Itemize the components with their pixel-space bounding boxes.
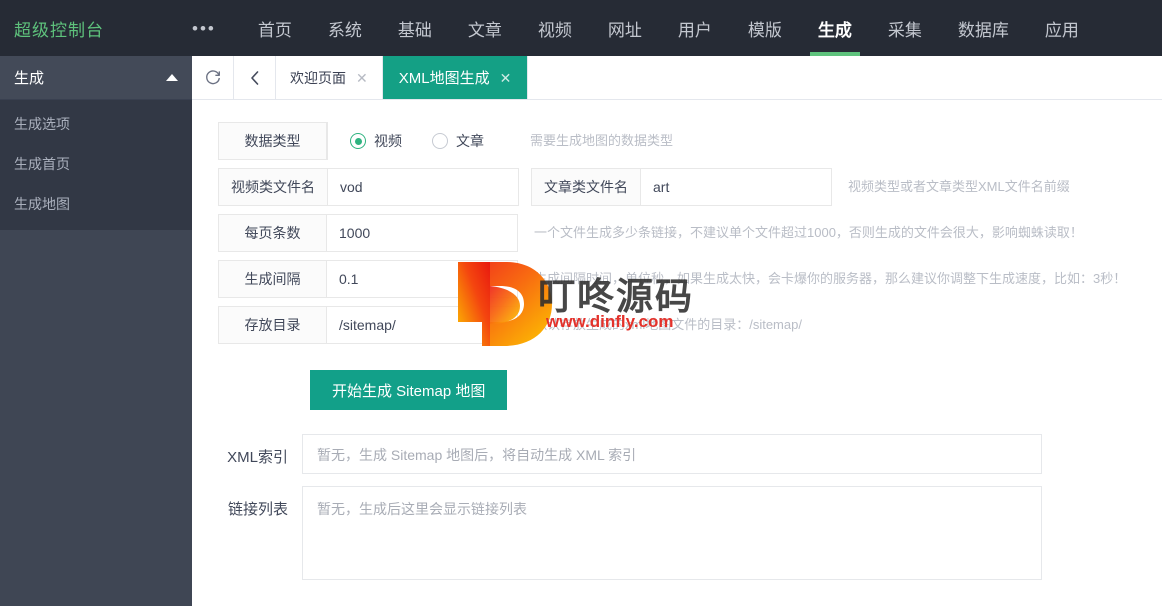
xml-index-row: XML索引 暂无，生成 Sitemap 地图后，将自动生成 XML 索引 [218, 434, 1162, 474]
sidebar-group-generate[interactable]: 生成 [0, 56, 192, 100]
nav-item-video[interactable]: 视频 [520, 0, 590, 56]
tab-label: XML地图生成 [398, 70, 490, 87]
main-content: 数据类型 视频 文章 需要生成地图的数据类型 视频类文件名 vod 文章类文件名… [192, 100, 1162, 606]
xml-index-label: XML索引 [227, 449, 288, 466]
interval-input[interactable] [327, 261, 517, 297]
admin-console-page: 超级控制台 ••• 首页 系统 基础 文章 视频 网址 用户 模版 生成 采集 … [0, 0, 1162, 606]
video-filename-label: 视频类文件名 [219, 169, 328, 205]
sidebar: 生成 生成选项 生成首页 生成地图 [0, 56, 192, 606]
radio-video[interactable]: 视频 [350, 131, 402, 151]
article-filename-control: 文章类文件名 [531, 168, 832, 206]
radio-label: 文章 [456, 133, 484, 149]
data-type-control: 数据类型 [218, 122, 328, 160]
directory-hint: 默认存放生成的xml地图文件的目录：/sitemap/ [534, 317, 802, 332]
interval-control: 生成间隔 [218, 260, 518, 298]
sidebar-item-label: 生成选项 [14, 116, 70, 132]
directory-input[interactable] [327, 307, 517, 343]
nav-item-article[interactable]: 文章 [450, 0, 520, 56]
tab-bar: 欢迎页面 ✕ XML地图生成 ✕ [192, 56, 1162, 100]
sidebar-item-label: 生成首页 [14, 156, 70, 172]
back-arrow-icon[interactable] [234, 56, 276, 99]
article-filename-label: 文章类文件名 [532, 169, 641, 205]
close-icon[interactable]: ✕ [500, 71, 512, 85]
top-navigation-bar: 超级控制台 ••• 首页 系统 基础 文章 视频 网址 用户 模版 生成 采集 … [0, 0, 1162, 56]
sidebar-item-generate-sitemap[interactable]: 生成地图 [0, 184, 192, 224]
per-page-input[interactable] [327, 215, 517, 251]
video-filename-input[interactable] [328, 169, 518, 205]
nav-item-collect[interactable]: 采集 [870, 0, 940, 56]
article-filename-hint: 视频类型或者文章类型XML文件名前缀 [848, 179, 1070, 194]
radio-dot-icon [350, 133, 366, 149]
refresh-icon[interactable] [192, 56, 234, 99]
data-type-hint: 需要生成地图的数据类型 [530, 133, 674, 148]
form-row-interval: 生成间隔 生成间隔时间，单位秒，如果生成太快，会卡爆你的服务器，那么建议你调整下… [192, 260, 1162, 298]
sidebar-item-label: 生成地图 [14, 196, 70, 212]
nav-item-home[interactable]: 首页 [240, 0, 310, 56]
radio-label: 视频 [374, 133, 402, 149]
more-menu-icon[interactable]: ••• [192, 20, 226, 37]
per-page-control: 每页条数 [218, 214, 518, 252]
tab-welcome-page[interactable]: 欢迎页面 ✕ [276, 56, 383, 99]
per-page-label: 每页条数 [219, 215, 327, 251]
sidebar-item-generate-homepage[interactable]: 生成首页 [0, 144, 192, 184]
sidebar-group-label: 生成 [14, 70, 45, 87]
link-list-label: 链接列表 [227, 501, 288, 518]
interval-hint: 生成间隔时间，单位秒，如果生成太快，会卡爆你的服务器，那么建议你调整下生成速度，… [534, 271, 1127, 286]
form-row-filenames: 视频类文件名 文章类文件名 视频类型或者文章类型XML文件名前缀 [192, 168, 1162, 206]
nav-item-template[interactable]: 模版 [730, 0, 800, 56]
per-page-hint: 一个文件生成多少条链接，不建议单个文件超过1000，否则生成的文件会很大，影响蜘… [534, 225, 1083, 240]
chevron-up-icon [166, 74, 178, 81]
data-type-label: 数据类型 [219, 123, 327, 159]
app-brand-title: 超级控制台 [14, 20, 104, 40]
article-filename-input[interactable] [641, 169, 831, 205]
radio-dot-icon [432, 133, 448, 149]
directory-label: 存放目录 [219, 307, 327, 343]
start-generate-sitemap-button[interactable]: 开始生成 Sitemap 地图 [310, 370, 508, 410]
xml-index-box[interactable]: 暂无，生成 Sitemap 地图后，将自动生成 XML 索引 [302, 434, 1042, 474]
top-nav-items: 首页 系统 基础 文章 视频 网址 用户 模版 生成 采集 数据库 应用 [240, 0, 1097, 56]
sidebar-item-generate-options[interactable]: 生成选项 [0, 104, 192, 144]
form-row-directory: 存放目录 默认存放生成的xml地图文件的目录：/sitemap/ [192, 306, 1162, 344]
nav-item-system[interactable]: 系统 [310, 0, 380, 56]
link-list-box[interactable]: 暂无，生成后这里会显示链接列表 [302, 486, 1042, 580]
close-icon[interactable]: ✕ [356, 71, 368, 85]
tab-label: 欢迎页面 [290, 69, 346, 86]
nav-item-application[interactable]: 应用 [1027, 0, 1097, 56]
form-row-data-type: 数据类型 视频 文章 需要生成地图的数据类型 [192, 122, 1162, 160]
interval-label: 生成间隔 [219, 261, 327, 297]
directory-control: 存放目录 [218, 306, 518, 344]
form-row-per-page: 每页条数 一个文件生成多少条链接，不建议单个文件超过1000，否则生成的文件会很… [192, 214, 1162, 252]
nav-item-url[interactable]: 网址 [590, 0, 660, 56]
radio-article[interactable]: 文章 [432, 131, 484, 151]
sidebar-submenu: 生成选项 生成首页 生成地图 [0, 100, 192, 230]
data-type-radio-group: 视频 文章 [328, 122, 514, 160]
video-filename-control: 视频类文件名 [218, 168, 519, 206]
link-list-row: 链接列表 暂无，生成后这里会显示链接列表 [218, 486, 1162, 580]
nav-item-generate[interactable]: 生成 [800, 0, 870, 56]
tab-xml-sitemap-generate[interactable]: XML地图生成 ✕ [382, 56, 529, 99]
nav-item-user[interactable]: 用户 [660, 0, 730, 56]
nav-item-database[interactable]: 数据库 [940, 0, 1027, 56]
nav-item-basic[interactable]: 基础 [380, 0, 450, 56]
